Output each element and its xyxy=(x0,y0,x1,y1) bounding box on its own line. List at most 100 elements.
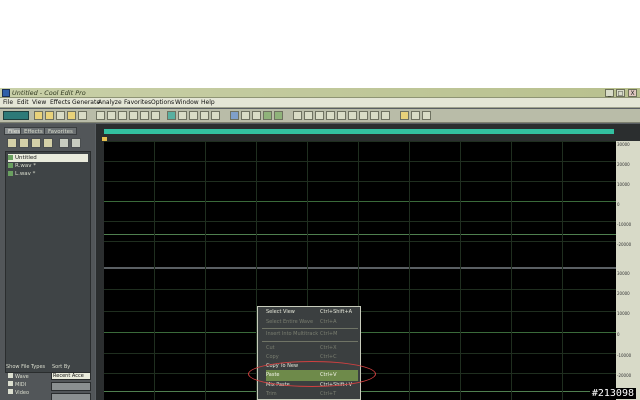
grid-line xyxy=(205,141,206,400)
help-icon[interactable] xyxy=(71,138,81,148)
edit-file-icon[interactable] xyxy=(43,138,53,148)
menu-window[interactable]: Window xyxy=(175,99,199,106)
vertical-zoom-in-icon[interactable] xyxy=(359,111,368,120)
grid-line xyxy=(562,141,563,400)
list-item[interactable]: R.wav * xyxy=(8,162,36,170)
menu-bar: File Edit View Effects Generate Analyze … xyxy=(0,98,640,108)
window-title: Untitled - Cool Edit Pro xyxy=(12,89,86,97)
copy-icon[interactable] xyxy=(129,111,138,120)
channel-divider[interactable] xyxy=(104,267,616,269)
overview-bar[interactable] xyxy=(104,129,614,134)
cursor-marker-icon[interactable] xyxy=(102,137,107,141)
minimize-button[interactable]: _ xyxy=(605,89,614,97)
undo-icon[interactable] xyxy=(96,111,105,120)
left-channel-centerline xyxy=(104,201,616,202)
auto-play-button[interactable] xyxy=(51,382,91,391)
redo-icon[interactable] xyxy=(107,111,116,120)
ruler-label: 30000 xyxy=(617,142,630,147)
left-channel-baseline xyxy=(104,234,616,235)
sort-by-select[interactable]: Recent Acce xyxy=(51,372,91,380)
file-list[interactable]: Untitled R.wav * L.wav * xyxy=(5,151,91,373)
insert-icon[interactable] xyxy=(59,138,69,148)
new-file-icon[interactable] xyxy=(34,111,43,120)
menu-item-select-entire-wave[interactable]: Select Entire Wave Ctrl+A xyxy=(266,317,358,328)
multitrack-toggle-button[interactable] xyxy=(3,111,29,120)
menu-options[interactable]: Options xyxy=(151,99,174,106)
full-paths-button[interactable] xyxy=(51,393,91,400)
close-file-icon[interactable] xyxy=(31,138,41,148)
ruler-label: 20000 xyxy=(617,291,630,296)
app-icon[interactable] xyxy=(2,89,10,97)
zoom-left-icon[interactable] xyxy=(337,111,346,120)
import-icon[interactable] xyxy=(19,138,29,148)
image-id-watermark: #213098 xyxy=(589,388,636,399)
zoom-selection-icon[interactable] xyxy=(326,111,335,120)
ruler-label: -10000 xyxy=(617,353,632,358)
menu-analyze[interactable]: Analyze xyxy=(98,99,122,106)
ruler-label: -20000 xyxy=(617,373,632,378)
menu-effects[interactable]: Effects xyxy=(50,99,70,106)
menu-view[interactable]: View xyxy=(32,99,46,106)
save-icon[interactable] xyxy=(56,111,65,120)
close-file-icon[interactable] xyxy=(78,111,87,120)
properties-icon[interactable] xyxy=(400,111,409,120)
open-file-icon[interactable] xyxy=(7,138,17,148)
vertical-zoom-out-icon[interactable] xyxy=(370,111,379,120)
envelope-icon[interactable] xyxy=(211,111,220,120)
tab-favorites[interactable]: Favorites xyxy=(44,127,77,135)
zoom-out-icon[interactable] xyxy=(304,111,313,120)
spectral-icon[interactable] xyxy=(274,111,283,120)
ruler-label: -10000 xyxy=(617,222,632,227)
ruler-label: 10000 xyxy=(617,311,630,316)
title-bar[interactable]: Untitled - Cool Edit Pro _ □ X xyxy=(0,88,640,98)
snap-icon[interactable] xyxy=(178,111,187,120)
menu-favorites[interactable]: Favorites xyxy=(124,99,151,106)
settings-icon[interactable] xyxy=(411,111,420,120)
grid-line xyxy=(154,141,155,400)
type-wave-checkbox[interactable]: Wave xyxy=(8,373,29,380)
grid-line xyxy=(511,141,512,400)
zoom-in-icon[interactable] xyxy=(293,111,302,120)
open-append-icon[interactable] xyxy=(67,111,76,120)
list-item[interactable]: L.wav * xyxy=(8,170,35,178)
menu-item-trim[interactable]: Trim Ctrl+T xyxy=(266,389,358,400)
cue-list-icon[interactable] xyxy=(189,111,198,120)
type-midi-checkbox[interactable]: MIDI xyxy=(8,381,26,388)
ruler-label: 30000 xyxy=(617,271,630,276)
frame-icon[interactable] xyxy=(381,111,390,120)
open-file-icon[interactable] xyxy=(45,111,54,120)
cut-icon[interactable] xyxy=(118,111,127,120)
mix-paste-icon[interactable] xyxy=(151,111,160,120)
maximize-button[interactable]: □ xyxy=(616,89,625,97)
waveform-icon[interactable] xyxy=(263,111,272,120)
paste-icon[interactable] xyxy=(140,111,149,120)
menu-separator xyxy=(262,341,358,342)
ruler-label: 0 xyxy=(617,332,620,337)
menu-item-insert-into-multitrack[interactable]: Insert Into Multitrack Ctrl+M xyxy=(266,329,358,340)
menu-edit[interactable]: Edit xyxy=(17,99,29,106)
organizer-panel: Files Effects Favorites Untitled R.wav *… xyxy=(0,124,95,400)
highlight-ellipse xyxy=(248,361,376,387)
time-select-icon[interactable] xyxy=(252,111,261,120)
grid-line xyxy=(104,181,616,182)
grid-line xyxy=(460,141,461,400)
loop-icon[interactable] xyxy=(200,111,209,120)
zoom-right-icon[interactable] xyxy=(348,111,357,120)
select-tool-icon[interactable] xyxy=(230,111,239,120)
type-video-checkbox[interactable]: Video xyxy=(8,389,29,396)
wave-file-icon xyxy=(8,171,13,176)
menu-help[interactable]: Help xyxy=(201,99,215,106)
wave-file-icon xyxy=(8,163,13,168)
help-icon[interactable] xyxy=(422,111,431,120)
list-item[interactable]: Untitled xyxy=(8,154,88,162)
menu-file[interactable]: File xyxy=(3,99,13,106)
menu-generate[interactable]: Generate xyxy=(72,99,100,106)
tab-effects[interactable]: Effects xyxy=(20,127,47,135)
amplitude-ruler: 30000 20000 10000 0 -10000 -20000 30000 … xyxy=(616,141,640,400)
grid-line xyxy=(104,221,616,222)
close-button[interactable]: X xyxy=(628,89,637,97)
scrub-tool-icon[interactable] xyxy=(241,111,250,120)
spectral-view-icon[interactable] xyxy=(167,111,176,120)
ruler-label: 20000 xyxy=(617,162,630,167)
zoom-full-icon[interactable] xyxy=(315,111,324,120)
